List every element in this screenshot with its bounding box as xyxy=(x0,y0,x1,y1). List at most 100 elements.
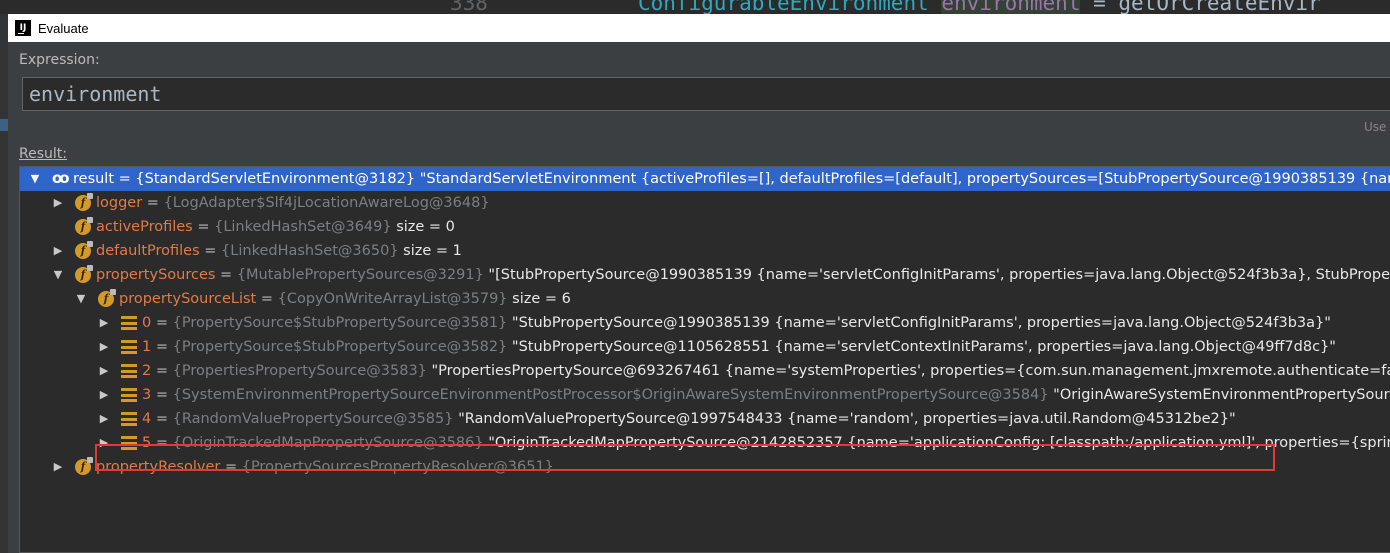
list-icon xyxy=(121,412,137,426)
tree-row-name: logger xyxy=(96,195,143,211)
list-icon xyxy=(121,436,137,450)
tree-row-name: result xyxy=(73,171,115,187)
tree-row-name: 2 xyxy=(142,363,152,379)
tree-row-equals: = xyxy=(114,171,136,187)
window-title: Evaluate xyxy=(38,20,89,36)
tree-row-equals: = xyxy=(192,219,215,235)
tree-row-value: "StandardServletEnvironment {activeProfi… xyxy=(415,171,1390,187)
tree-row-text: 1 = {PropertySource$StubPropertySource@3… xyxy=(142,335,1336,359)
expand-arrow-icon[interactable]: ▶ xyxy=(97,383,111,407)
tree-row-name: 5 xyxy=(142,435,152,451)
tree-row-name: propertySources xyxy=(96,267,216,283)
tree-row-equals: = xyxy=(199,243,222,259)
tree-row-text: propertySourceList = {CopyOnWriteArrayLi… xyxy=(119,287,571,311)
tree-row-value: "StubPropertySource@1990385139 {name='se… xyxy=(507,315,1331,331)
expand-arrow-icon[interactable]: ▶ xyxy=(97,311,111,335)
tree-row-equals: = xyxy=(151,363,173,379)
list-icon xyxy=(121,340,137,354)
tree-row-equals: = xyxy=(151,339,173,355)
tree-row-type: {MutablePropertySources@3291} xyxy=(236,267,484,283)
tree-row[interactable]: ▶ 4 = {RandomValuePropertySource@3585} "R… xyxy=(20,407,1390,431)
tree-row-type: {SystemEnvironmentPropertySourceEnvironm… xyxy=(172,387,1049,403)
tree-row-equals: = xyxy=(151,435,173,451)
tree-row-type: {OriginTrackedMapPropertySource@3586} xyxy=(172,435,484,451)
collapse-arrow-icon[interactable]: ▼ xyxy=(74,287,88,311)
evaluate-dialog: IJ Evaluate Expression: Use Result: ▼ oor… xyxy=(8,14,1390,553)
tree-row-text: propertyResolver = {PropertySourcesPrope… xyxy=(96,455,554,479)
tree-row-equals: = xyxy=(142,195,164,211)
tree-row-value: "RandomValuePropertySource@1997548433 {n… xyxy=(453,411,1236,427)
tree-row-type: {PropertySourcesPropertyResolver@3651} xyxy=(241,459,554,475)
collapse-arrow-icon[interactable]: ▼ xyxy=(28,167,42,191)
tree-row-name: propertySourceList xyxy=(119,291,257,307)
field-icon: f xyxy=(75,193,93,211)
title-bar[interactable]: IJ Evaluate xyxy=(8,14,1390,42)
tree-row-type: {LogAdapter$Slf4jLocationAwareLog@3648} xyxy=(163,195,490,211)
tree-row-result[interactable]: ▼ oo result = {StandardServletEnvironment@… xyxy=(20,167,1390,191)
expand-arrow-icon[interactable]: ▶ xyxy=(51,455,65,479)
expression-label: Expression: xyxy=(19,52,100,68)
tree-row[interactable]: ▶ f propertyResolver = {PropertySourcesPro… xyxy=(20,455,1390,479)
tree-row-type: {PropertySource$StubPropertySource@3581} xyxy=(172,315,508,331)
tree-row[interactable]: ▼ f propertySources = {MutablePropertySour… xyxy=(20,263,1390,287)
field-icon: f xyxy=(98,289,116,307)
result-tree[interactable]: ▼ oo result = {StandardServletEnvironment@… xyxy=(19,166,1390,553)
background-left-edge xyxy=(0,14,8,553)
tree-row-type: {PropertySource$StubPropertySource@3582} xyxy=(172,339,508,355)
expand-arrow-icon xyxy=(51,215,65,239)
tree-row-equals: = xyxy=(256,291,278,307)
tree-row[interactable]: ▼ f propertySourceList = {CopyOnWriteArray… xyxy=(20,287,1390,311)
tree-row[interactable]: ▶ 0 = {PropertySource$StubPropertySource@… xyxy=(20,311,1390,335)
tree-row-text: 3 = {SystemEnvironmentPropertySourceEnvi… xyxy=(142,383,1390,407)
tree-row-type: {PropertiesPropertySource@3583} xyxy=(172,363,427,379)
tree-row-name: 3 xyxy=(142,387,152,403)
expand-arrow-icon[interactable]: ▶ xyxy=(51,239,65,263)
tree-row[interactable]: ▶ f logger = {LogAdapter$Slf4jLocationAwar… xyxy=(20,191,1390,215)
tree-row-text: activeProfiles = {LinkedHashSet@3649} si… xyxy=(96,215,455,239)
tree-row-equals: = xyxy=(220,459,242,475)
expression-input[interactable] xyxy=(29,81,1329,107)
expand-arrow-icon[interactable]: ▶ xyxy=(97,431,111,455)
tree-row-type: {RandomValuePropertySource@3585} xyxy=(172,411,454,427)
tree-row-type: {CopyOnWriteArrayList@3579} xyxy=(277,291,508,307)
list-icon xyxy=(121,364,137,378)
collapse-arrow-icon[interactable]: ▼ xyxy=(51,263,65,287)
expand-arrow-icon[interactable]: ▶ xyxy=(97,335,111,359)
field-icon: f xyxy=(75,241,93,259)
tree-row[interactable]: ▶ 3 = {SystemEnvironmentPropertySourceEnv… xyxy=(20,383,1390,407)
tree-row[interactable]: f activeProfiles = {LinkedHashSet@3649} s… xyxy=(20,215,1390,239)
tree-row-name: 0 xyxy=(142,315,152,331)
list-icon xyxy=(121,388,137,402)
tree-row-value: size = 0 xyxy=(391,219,455,235)
field-icon: f xyxy=(75,217,93,235)
tree-row[interactable]: ▶ 1 = {PropertySource$StubPropertySource@… xyxy=(20,335,1390,359)
tree-row-text: 4 = {RandomValuePropertySource@3585} "Ra… xyxy=(142,407,1236,431)
background-code-line: 338 ConfigurableEnvironment environment =… xyxy=(450,0,1321,14)
tree-row-value: "OriginAwareSystemEnvironmentPropertySou… xyxy=(1048,387,1390,403)
expand-arrow-icon[interactable]: ▶ xyxy=(97,359,111,383)
list-icon xyxy=(121,316,137,330)
intellij-app-icon: IJ xyxy=(15,20,31,36)
tree-row-type: {StandardServletEnvironment@3182} xyxy=(135,171,416,187)
tree-row-name: activeProfiles xyxy=(96,219,193,235)
tree-row[interactable]: ▶ f defaultProfiles = {LinkedHashSet@3650}… xyxy=(20,239,1390,263)
tree-row-name: propertyResolver xyxy=(96,459,221,475)
tree-row-name: defaultProfiles xyxy=(96,243,200,259)
infinity-icon: oo xyxy=(52,169,70,187)
tree-row-value: "StubPropertySource@1105628551 {name='se… xyxy=(507,339,1336,355)
tree-row-text: result = {StandardServletEnvironment@318… xyxy=(73,167,1390,191)
tree-row-text: propertySources = {MutablePropertySource… xyxy=(96,263,1390,287)
tree-row-name: 4 xyxy=(142,411,152,427)
field-icon: f xyxy=(75,457,93,475)
tree-row-equals: = xyxy=(215,267,237,283)
result-label: Result: xyxy=(19,146,67,162)
tree-row[interactable]: ▶ 2 = {PropertiesPropertySource@3583} "Pr… xyxy=(20,359,1390,383)
expand-arrow-icon[interactable]: ▶ xyxy=(97,407,111,431)
field-icon: f xyxy=(75,265,93,283)
tree-row[interactable]: ▶ 5 = {OriginTrackedMapPropertySource@358… xyxy=(20,431,1390,455)
expand-arrow-icon[interactable]: ▶ xyxy=(51,191,65,215)
result-label-text: Result: xyxy=(19,146,67,162)
use-hint-text: Use xyxy=(1364,120,1387,134)
tree-row-value: "PropertiesPropertySource@693267461 {nam… xyxy=(426,363,1390,379)
tree-row-text: 2 = {PropertiesPropertySource@3583} "Pro… xyxy=(142,359,1390,383)
